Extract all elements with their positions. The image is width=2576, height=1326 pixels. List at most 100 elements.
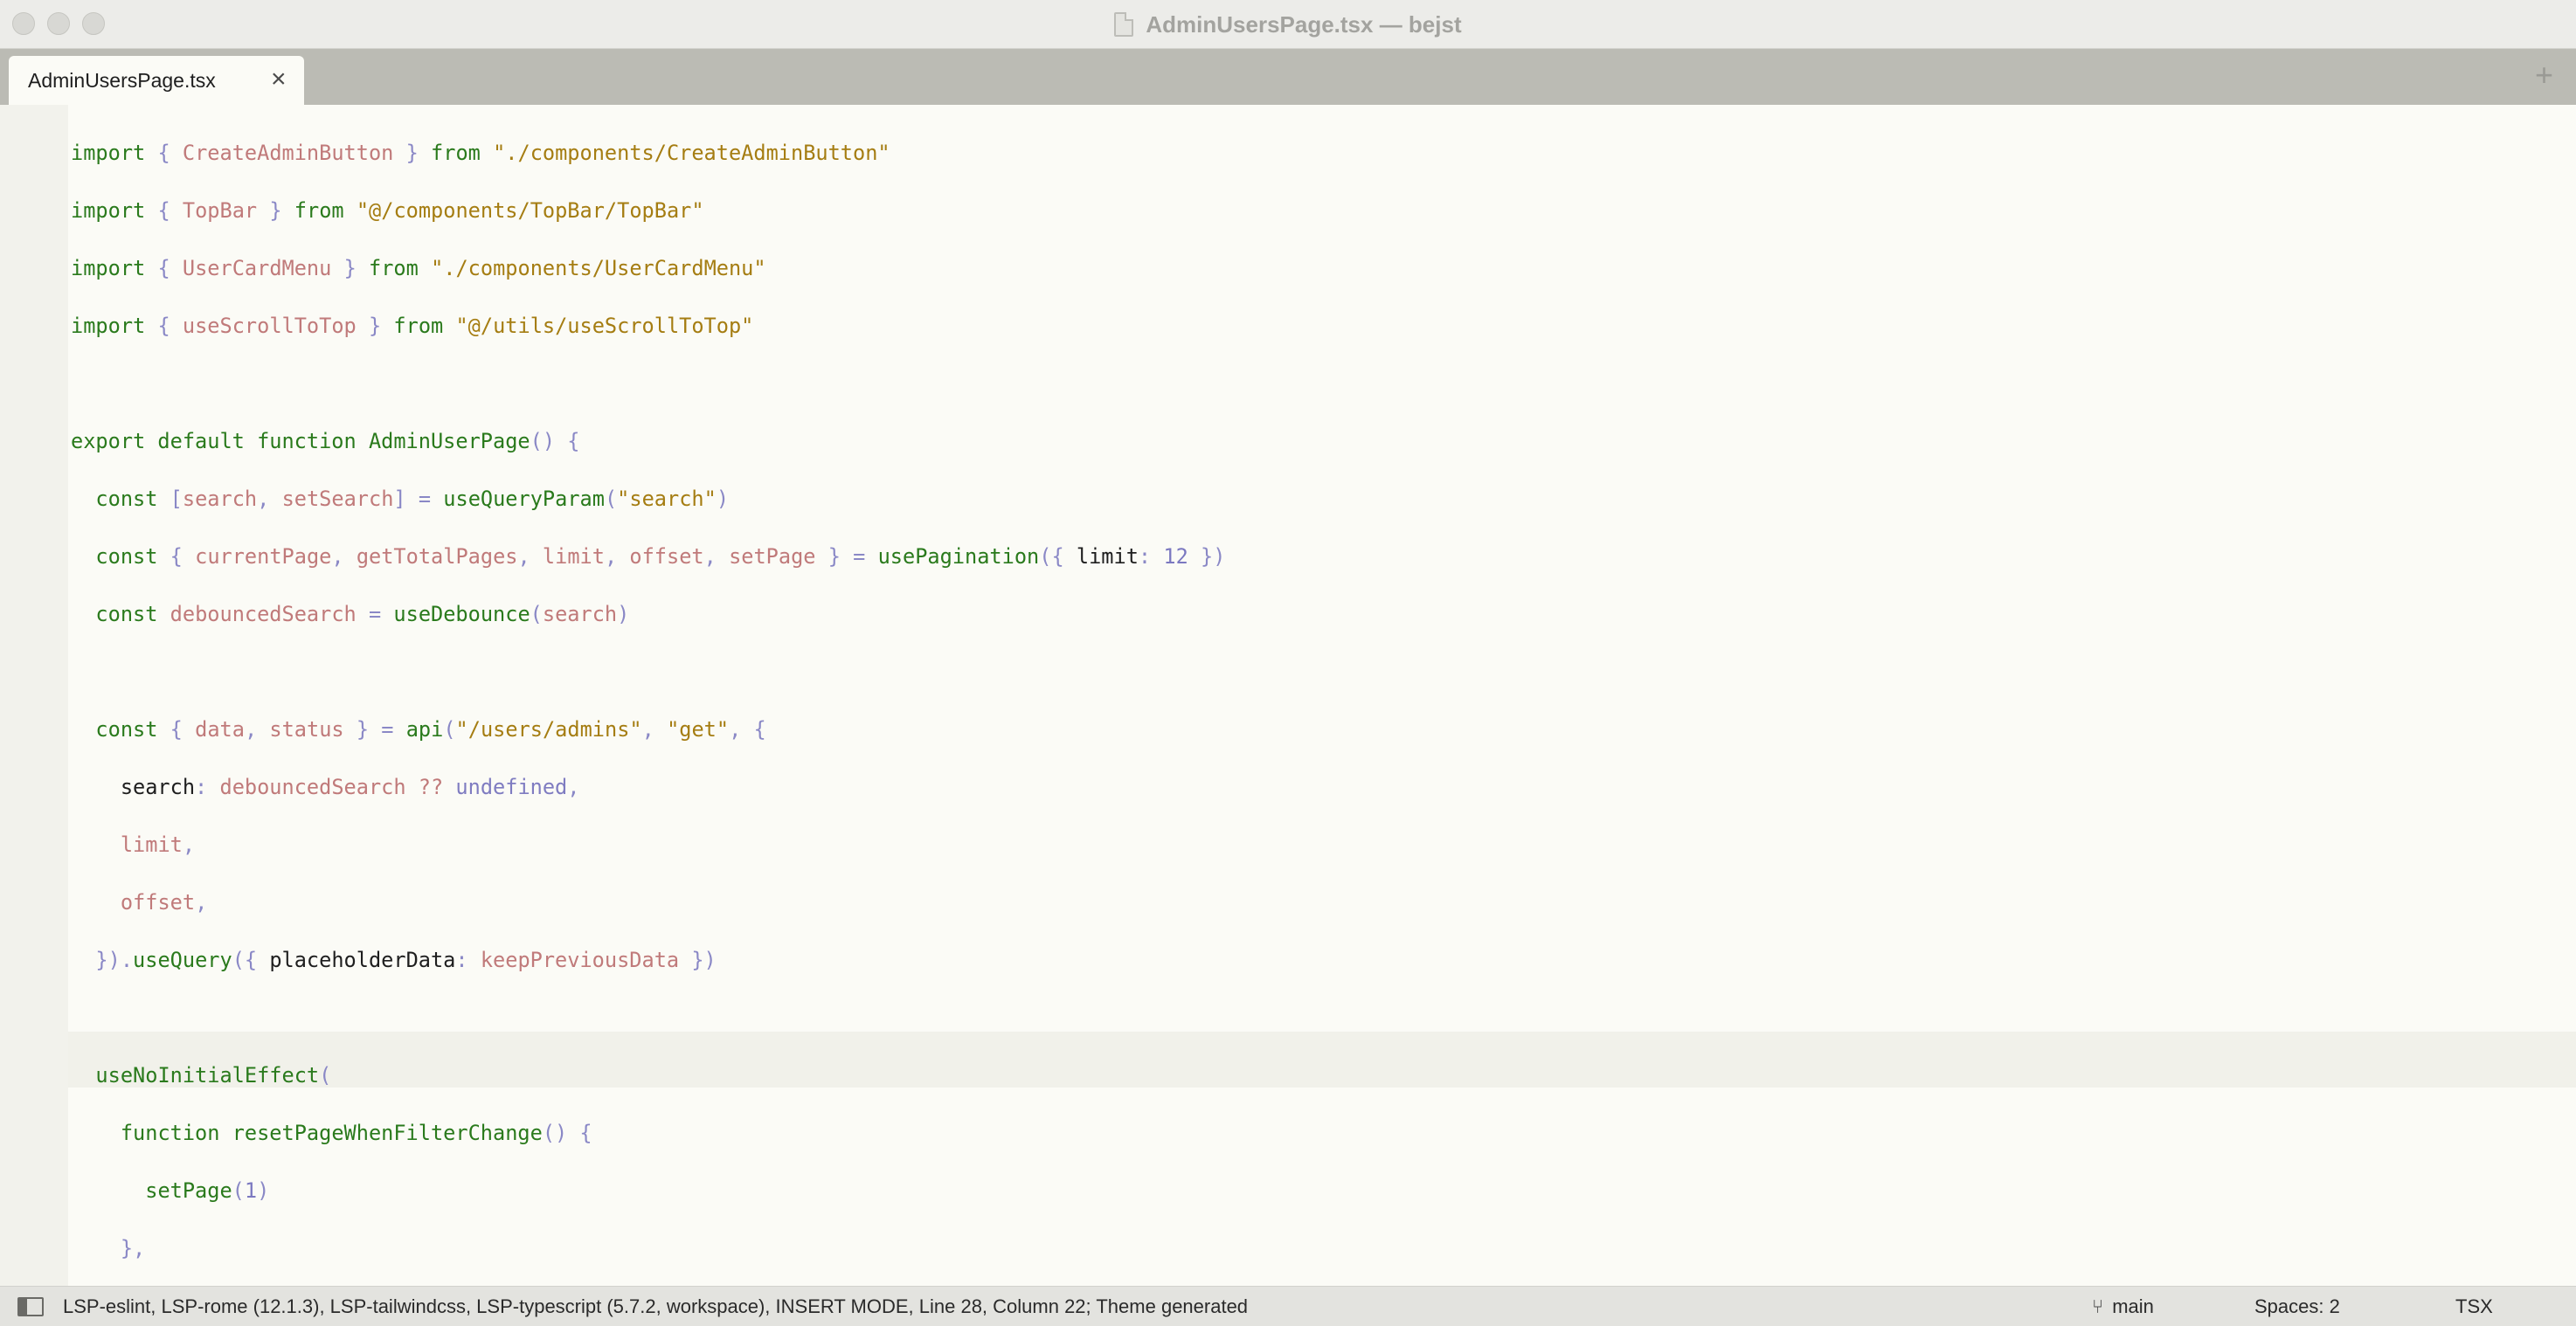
code-line[interactable]: }).useQuery({ placeholderData: keepPrevi… <box>71 931 1225 989</box>
code-token: limit <box>542 544 605 569</box>
code-line[interactable] <box>71 643 1225 701</box>
code-line[interactable]: function resetPageWhenFilterChange() { <box>71 1104 1225 1162</box>
code-line[interactable] <box>71 989 1225 1046</box>
code-token: ) <box>617 602 630 626</box>
code-content[interactable]: import { CreateAdminButton } from "./com… <box>71 124 1225 1286</box>
code-token: }) <box>691 948 717 972</box>
code-token: [ <box>170 487 183 511</box>
code-token: "@/utils/useScrollToTop" <box>455 314 754 338</box>
code-line[interactable]: offset, <box>71 874 1225 931</box>
code-token: debouncedSearch <box>170 602 357 626</box>
code-token: from <box>294 198 344 223</box>
code-line[interactable]: search: debouncedSearch ?? undefined, <box>71 758 1225 816</box>
code-token: "/users/admins" <box>455 717 642 742</box>
code-token: , <box>517 544 530 569</box>
code-token: limit <box>1063 544 1139 569</box>
code-token: = <box>368 602 382 626</box>
code-token: } <box>343 256 357 280</box>
code-token: const <box>95 487 158 511</box>
code-token: = <box>418 487 432 511</box>
file-icon <box>1114 12 1134 37</box>
syntax-selector[interactable]: TSX <box>2455 1295 2493 1318</box>
code-token: "@/components/TopBar/TopBar" <box>356 198 704 223</box>
code-editor[interactable]: import { CreateAdminButton } from "./com… <box>0 105 2576 1286</box>
code-token: , <box>195 890 208 915</box>
code-line[interactable]: import { UserCardMenu } from "./componen… <box>71 239 1225 297</box>
code-token: = <box>381 717 394 742</box>
code-line[interactable]: const { currentPage, getTotalPages, limi… <box>71 528 1225 585</box>
code-line[interactable]: const { data, status } = api("/users/adm… <box>71 701 1225 758</box>
code-token: , <box>703 544 717 569</box>
code-line[interactable] <box>71 355 1225 412</box>
code-token: "./components/CreateAdminButton" <box>493 141 890 165</box>
sidebar-toggle-icon[interactable] <box>17 1297 44 1316</box>
code-token: }). <box>95 948 134 972</box>
code-token: { <box>157 141 170 165</box>
code-token: "get" <box>667 717 730 742</box>
code-token: placeholderData <box>257 948 456 972</box>
code-token: CreateAdminButton <box>182 141 394 165</box>
code-token: , <box>257 487 270 511</box>
code-line[interactable]: export default function AdminUserPage() … <box>71 412 1225 470</box>
code-line[interactable]: const debouncedSearch = useDebounce(sear… <box>71 585 1225 643</box>
code-line[interactable]: const [search, setSearch] = useQueryPara… <box>71 470 1225 528</box>
code-token: } <box>269 198 282 223</box>
code-line[interactable]: }, <box>71 1219 1225 1277</box>
code-token: = <box>853 544 866 569</box>
git-branch[interactable]: ⑂ main <box>2092 1295 2154 1318</box>
code-token: useQueryParam <box>443 487 605 511</box>
code-token: } <box>356 717 370 742</box>
code-line[interactable]: useNoInitialEffect( <box>71 1046 1225 1104</box>
code-token: import <box>71 256 146 280</box>
git-branch-icon: ⑂ <box>2092 1295 2104 1318</box>
code-token: debouncedSearch <box>219 775 406 799</box>
code-line[interactable]: setPage(1) <box>71 1162 1225 1219</box>
code-token: import <box>71 314 146 338</box>
code-token: ({ <box>232 948 258 972</box>
close-icon[interactable]: × <box>271 65 287 94</box>
plus-icon[interactable]: + <box>2535 58 2553 93</box>
code-line[interactable]: import { CreateAdminButton } from "./com… <box>71 124 1225 182</box>
code-token: , <box>567 775 580 799</box>
code-line[interactable]: limit, <box>71 816 1225 874</box>
code-line[interactable]: [debouncedSearch] <box>71 1277 1225 1286</box>
code-token: } <box>368 314 382 338</box>
code-token: api <box>405 717 444 742</box>
indentation-setting[interactable]: Spaces: 2 <box>2254 1295 2340 1318</box>
code-token: import <box>71 198 146 223</box>
code-line[interactable]: import { TopBar } from "@/components/Top… <box>71 182 1225 239</box>
code-line[interactable]: import { useScrollToTop } from "@/utils/… <box>71 297 1225 355</box>
code-token: ) <box>257 1178 270 1203</box>
code-token: : <box>1138 544 1152 569</box>
code-token: () { <box>530 429 580 453</box>
tab-adminuserspage[interactable]: AdminUsersPage.tsx × <box>9 56 304 105</box>
code-token: : <box>195 775 208 799</box>
code-token: const <box>95 717 158 742</box>
